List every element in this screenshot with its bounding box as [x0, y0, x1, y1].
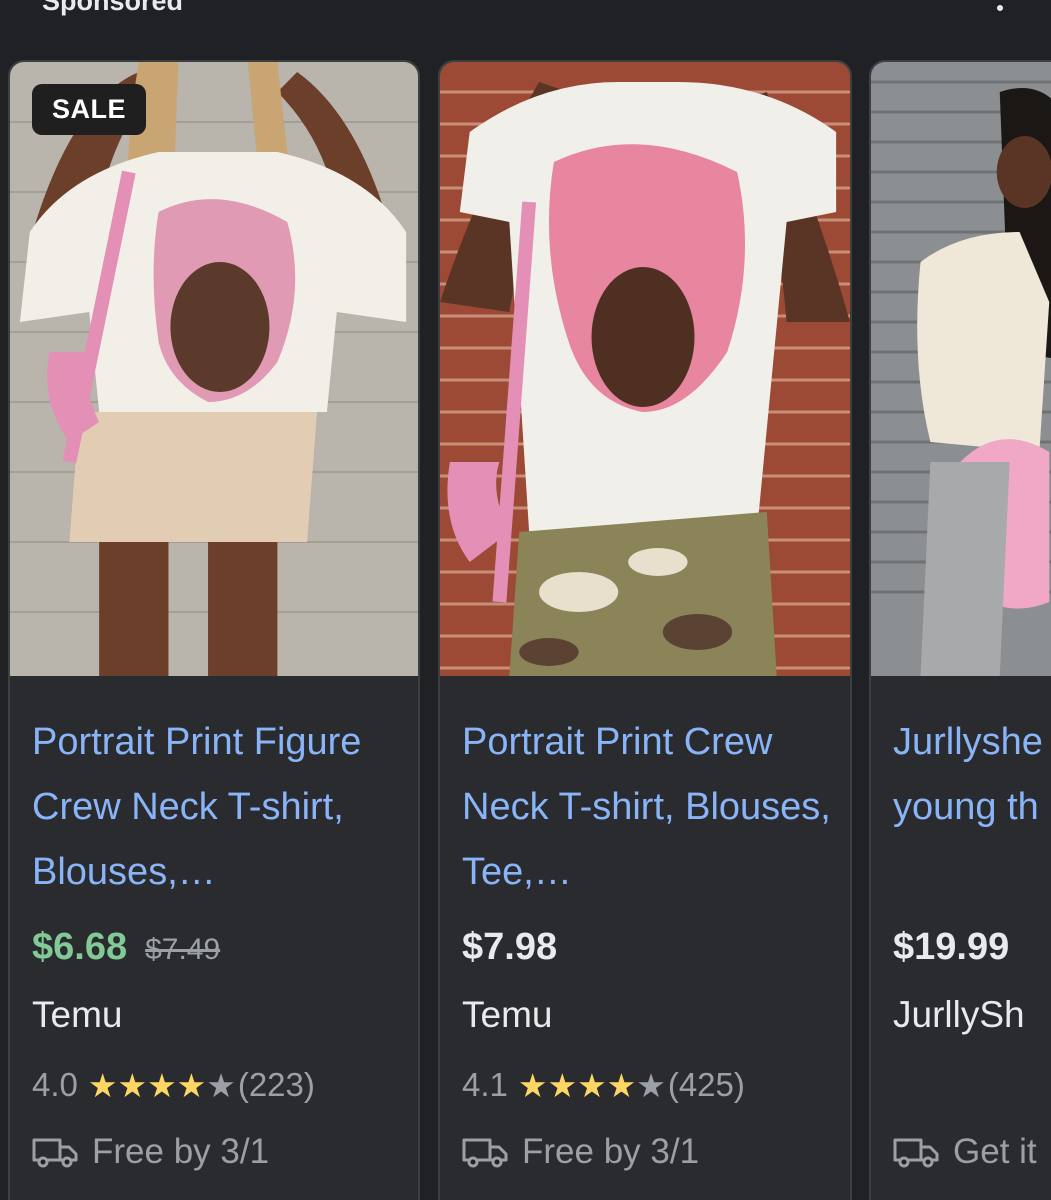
price: $7.98 — [462, 926, 558, 968]
price-row: $19.99 — [893, 926, 1009, 976]
sale-price: $6.68 — [32, 926, 128, 968]
product-image[interactable] — [440, 62, 850, 676]
product-title-link[interactable]: Portrait Print Figure Crew Neck T-shirt,… — [32, 710, 402, 905]
shipping-row: Free by 3/1 — [32, 1132, 269, 1172]
star-icon: ★ — [206, 1066, 236, 1104]
review-count: (425) — [667, 1066, 745, 1103]
product-title-link[interactable]: Jurllyshe young th — [893, 710, 1051, 905]
product-carousel[interactable]: SALE Portrait Print Figure Crew Neck T-s… — [0, 0, 1051, 1200]
star-icon: ★ — [577, 1066, 607, 1104]
rating-row: 4.1 ★ ★ ★ ★ ★ (425) — [462, 1066, 745, 1104]
shipping-text: Get it — [953, 1132, 1037, 1171]
rating-value: 4.1 — [462, 1066, 508, 1103]
merchant-name: Temu — [32, 994, 123, 1035]
merchant-name: JurllySh — [893, 994, 1025, 1035]
sale-badge: SALE — [32, 84, 147, 135]
shipping-row: Get it — [893, 1132, 1037, 1172]
star-icon: ★ — [636, 1066, 666, 1104]
star-icon: ★ — [606, 1066, 637, 1104]
star-icon: ★ — [87, 1066, 118, 1104]
merchant-name: Temu — [462, 994, 553, 1035]
price-row: $7.98 — [462, 926, 557, 976]
truck-icon — [32, 1138, 78, 1168]
truck-icon — [893, 1138, 939, 1168]
shipping-text: Free by 3/1 — [522, 1132, 700, 1171]
product-card[interactable]: SALE Portrait Print Figure Crew Neck T-s… — [8, 60, 420, 1200]
star-icon: ★ — [176, 1066, 207, 1104]
star-rating: ★ ★ ★ ★ ★ — [88, 1069, 236, 1102]
star-icon: ★ — [117, 1066, 148, 1104]
star-rating: ★ ★ ★ ★ ★ — [518, 1069, 666, 1102]
review-count: (223) — [237, 1066, 315, 1103]
star-icon: ★ — [147, 1066, 177, 1104]
price: $19.99 — [893, 926, 1010, 968]
rating-value: 4.0 — [32, 1066, 78, 1103]
product-image[interactable] — [10, 62, 418, 676]
product-card[interactable]: Jurllyshe young th $19.99 JurllySh Get i… — [869, 60, 1051, 1200]
product-image[interactable] — [871, 62, 1051, 676]
product-card[interactable]: Portrait Print Crew Neck T-shirt, Blouse… — [438, 60, 852, 1200]
star-icon: ★ — [547, 1066, 578, 1104]
rating-row: 4.0 ★ ★ ★ ★ ★ (223) — [32, 1066, 315, 1104]
shipping-row: Free by 3/1 — [462, 1132, 699, 1172]
original-price: $7.49 — [145, 933, 221, 966]
shipping-text: Free by 3/1 — [92, 1132, 270, 1171]
truck-icon — [462, 1138, 508, 1168]
star-icon: ★ — [517, 1066, 548, 1104]
price-row: $6.68 $7.49 — [32, 926, 220, 976]
product-title-link[interactable]: Portrait Print Crew Neck T-shirt, Blouse… — [462, 710, 832, 905]
